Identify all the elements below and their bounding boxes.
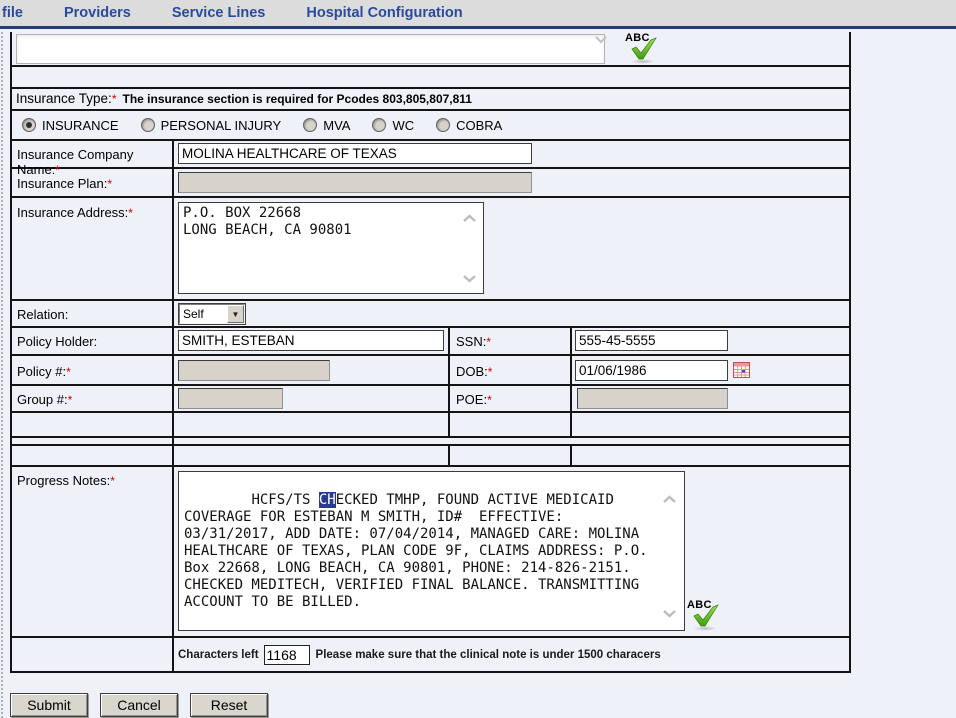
notes-text-after: ECKED TMHP, FOUND ACTIVE MEDICAID COVERA… <box>184 492 656 610</box>
empty-row <box>12 413 849 438</box>
chevron-down-icon[interactable]: ▼ <box>227 305 244 323</box>
top-note-row: ABC <box>12 32 849 67</box>
characters-note: Please make sure that the clinical note … <box>316 649 661 661</box>
relation-label: Relation: <box>17 307 68 322</box>
radio-option-personal-injury[interactable]: PERSONAL INJURY <box>141 118 282 133</box>
radio-icon[interactable] <box>22 118 36 132</box>
radio-option-mva[interactable]: MVA <box>303 118 350 133</box>
notes-text-before: HCFS/TS <box>251 492 318 508</box>
plan-row: Insurance Plan:* <box>12 169 849 198</box>
required-asterisk: * <box>68 393 73 407</box>
required-asterisk: * <box>486 335 491 349</box>
dob-label: DOB: <box>456 364 488 379</box>
insurance-type-header-row: Insurance Type:* The insurance section is… <box>12 89 849 111</box>
insurance-form: ABC Insurance Type:*The insurance sectio… <box>10 32 851 673</box>
company-name-row: Insurance Company Name:* <box>12 141 849 169</box>
required-asterisk: * <box>112 92 117 106</box>
nav-item-providers[interactable]: Providers <box>64 5 131 21</box>
notes-selected-text: CH <box>319 492 336 508</box>
progress-notes-textarea[interactable]: HCFS/TS CHECKED TMHP, FOUND ACTIVE MEDIC… <box>178 471 685 631</box>
policy-holder-label: Policy Holder: <box>17 334 97 349</box>
required-asterisk: * <box>110 474 115 488</box>
poe-label: POE: <box>456 392 487 407</box>
progress-notes-label: Progress Notes: <box>17 473 110 488</box>
nav-item-hospital-configuration[interactable]: Hospital Configuration <box>306 5 462 21</box>
plan-input <box>178 172 532 193</box>
characters-left-row: Characters left Please make sure that th… <box>12 638 849 671</box>
address-row: Insurance Address:* P.O. BOX 22668 LONG … <box>12 198 849 301</box>
insurance-type-note: The insurance section is required for Pc… <box>122 92 472 106</box>
radio-icon[interactable] <box>436 118 450 132</box>
group-number-input <box>178 388 283 409</box>
calendar-icon[interactable] <box>733 362 750 383</box>
characters-left-input[interactable] <box>264 645 310 665</box>
relation-selected-value: Self <box>183 307 204 321</box>
group-number-label: Group #: <box>17 392 68 407</box>
group-number-row: Group #:* POE:* <box>12 386 849 413</box>
empty-row <box>12 446 849 467</box>
scroll-down-icon[interactable] <box>662 609 677 618</box>
poe-input <box>577 388 728 409</box>
scroll-up-icon[interactable] <box>662 495 677 504</box>
insurance-type-label: Insurance Type: <box>16 91 112 106</box>
spellcheck-icon[interactable]: ABC <box>625 32 661 66</box>
policy-number-row: Policy #:* DOB:* <box>12 356 849 386</box>
scroll-up-icon[interactable] <box>462 214 477 223</box>
radio-label: PERSONAL INJURY <box>161 118 282 133</box>
nav-item-file[interactable]: file <box>2 5 23 21</box>
submit-button[interactable]: Submit <box>10 693 88 717</box>
required-asterisk: * <box>128 206 133 220</box>
radio-label: MVA <box>323 118 350 133</box>
radio-icon[interactable] <box>141 118 155 132</box>
progress-notes-row: Progress Notes:* HCFS/TS CHECKED TMHP, F… <box>12 467 849 638</box>
required-asterisk: * <box>487 393 492 407</box>
cancel-button[interactable]: Cancel <box>100 693 178 717</box>
radio-option-insurance[interactable]: INSURANCE <box>22 118 119 133</box>
radio-option-wc[interactable]: WC <box>372 118 414 133</box>
radio-icon[interactable] <box>303 118 317 132</box>
top-note-field[interactable] <box>16 34 605 64</box>
scroll-down-icon[interactable] <box>462 274 477 283</box>
radio-option-cobra[interactable]: COBRA <box>436 118 502 133</box>
top-nav: file Providers Service Lines Hospital Co… <box>0 0 956 29</box>
insurance-type-options-row: INSURANCE PERSONAL INJURY MVA WC COBRA <box>12 111 849 141</box>
dob-input[interactable] <box>575 360 728 381</box>
reset-button[interactable]: Reset <box>190 693 268 717</box>
relation-row: Relation: Self ▼ <box>12 301 849 328</box>
address-textarea[interactable]: P.O. BOX 22668 LONG BEACH, CA 90801 <box>178 202 484 294</box>
ssn-input[interactable] <box>575 330 728 351</box>
required-asterisk: * <box>488 365 493 379</box>
spacer-row <box>12 67 849 89</box>
required-asterisk: * <box>107 177 112 191</box>
ssn-label: SSN: <box>456 334 486 349</box>
radio-label: WC <box>392 118 414 133</box>
relation-select[interactable]: Self ▼ <box>179 304 245 324</box>
left-gutter <box>1 32 3 718</box>
policy-holder-row: Policy Holder: SSN:* <box>12 328 849 356</box>
address-label: Insurance Address: <box>17 205 128 220</box>
radio-label: INSURANCE <box>42 118 119 133</box>
spellcheck-icon[interactable]: ABC <box>687 599 723 633</box>
scroll-down-icon[interactable] <box>594 36 608 44</box>
required-asterisk: * <box>66 365 71 379</box>
policy-number-input <box>178 360 330 381</box>
characters-left-label: Characters left <box>178 649 259 661</box>
nav-item-service-lines[interactable]: Service Lines <box>172 5 266 21</box>
policy-holder-input[interactable] <box>178 330 444 351</box>
plan-label: Insurance Plan: <box>17 176 107 191</box>
thin-spacer-row <box>12 438 849 446</box>
company-name-input[interactable] <box>178 143 532 164</box>
radio-icon[interactable] <box>372 118 386 132</box>
radio-label: COBRA <box>456 118 502 133</box>
policy-number-label: Policy #: <box>17 364 66 379</box>
